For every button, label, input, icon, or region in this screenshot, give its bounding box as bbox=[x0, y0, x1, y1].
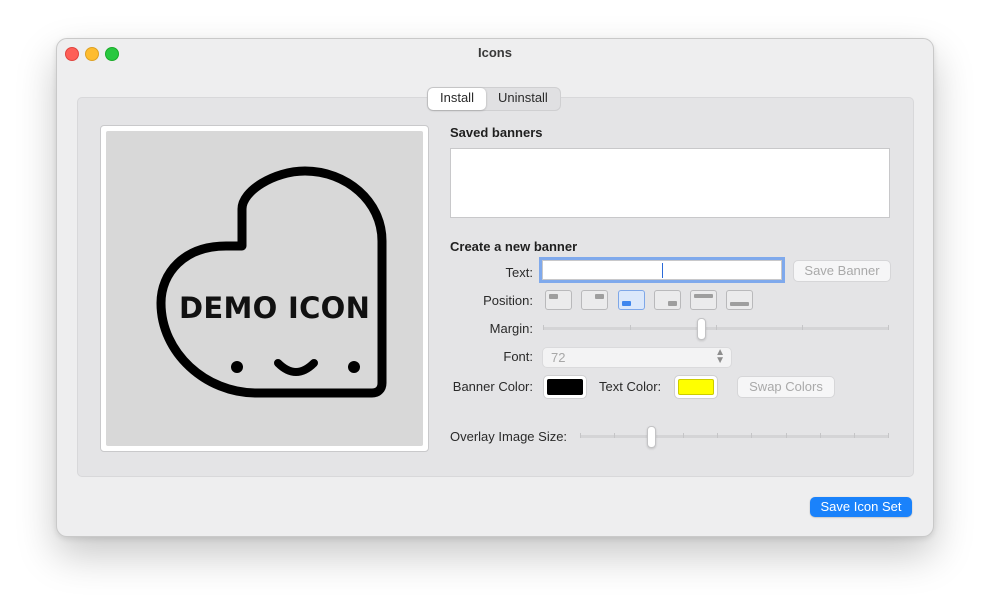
create-banner-heading: Create a new banner bbox=[450, 239, 578, 254]
chevron-up-down-icon: ▲ ▼ bbox=[715, 347, 725, 366]
saved-banners-heading: Saved banners bbox=[450, 125, 543, 140]
margin-label: Margin: bbox=[489, 321, 533, 336]
text-label: Text: bbox=[505, 265, 533, 280]
banner-color-well[interactable] bbox=[543, 375, 587, 399]
font-label: Font: bbox=[503, 349, 533, 364]
margin-slider-knob[interactable] bbox=[697, 318, 706, 340]
font-select-value: 72 bbox=[551, 350, 566, 365]
overlay-image-size-knob[interactable] bbox=[647, 426, 656, 448]
window-title: Icons bbox=[478, 45, 512, 60]
icon-preview: DEMO ICON bbox=[100, 125, 429, 452]
saved-banners-list[interactable] bbox=[450, 148, 890, 218]
swap-colors-button[interactable]: Swap Colors bbox=[737, 376, 835, 398]
position-bottom-left-button[interactable] bbox=[618, 290, 645, 310]
save-banner-button[interactable]: Save Banner bbox=[793, 260, 891, 282]
overlay-image-size-slider[interactable] bbox=[580, 435, 889, 438]
position-top-left-button[interactable] bbox=[545, 290, 572, 310]
banner-text-input[interactable] bbox=[542, 260, 782, 280]
overlay-image-size-label: Overlay Image Size: bbox=[450, 429, 568, 444]
position-bottom-right-button[interactable] bbox=[654, 290, 681, 310]
app-window: Icons Install Uninstall DEMO ICON Saved … bbox=[56, 38, 934, 537]
banner-color-swatch bbox=[547, 379, 583, 395]
position-bottom-button[interactable] bbox=[726, 290, 753, 310]
tab-uninstall[interactable]: Uninstall bbox=[486, 88, 560, 110]
save-icon-set-button[interactable]: Save Icon Set bbox=[810, 497, 912, 517]
title-bar[interactable]: Icons bbox=[57, 39, 933, 68]
tab-control: Install Uninstall bbox=[427, 87, 561, 111]
font-select[interactable]: 72 ▲ ▼ bbox=[542, 347, 732, 368]
text-color-well[interactable] bbox=[674, 375, 718, 399]
banner-color-label: Banner Color: bbox=[452, 379, 533, 394]
text-caret bbox=[662, 263, 663, 278]
text-color-swatch bbox=[678, 379, 714, 395]
text-color-label: Text Color: bbox=[599, 379, 662, 394]
icon-preview-canvas: DEMO ICON bbox=[106, 131, 423, 446]
position-top-right-button[interactable] bbox=[581, 290, 608, 310]
icon-demo-text: DEMO ICON bbox=[179, 291, 371, 325]
position-label: Position: bbox=[483, 293, 533, 308]
position-top-button[interactable] bbox=[690, 290, 717, 310]
heart-face-icon bbox=[156, 166, 387, 398]
tab-install[interactable]: Install bbox=[428, 88, 486, 110]
